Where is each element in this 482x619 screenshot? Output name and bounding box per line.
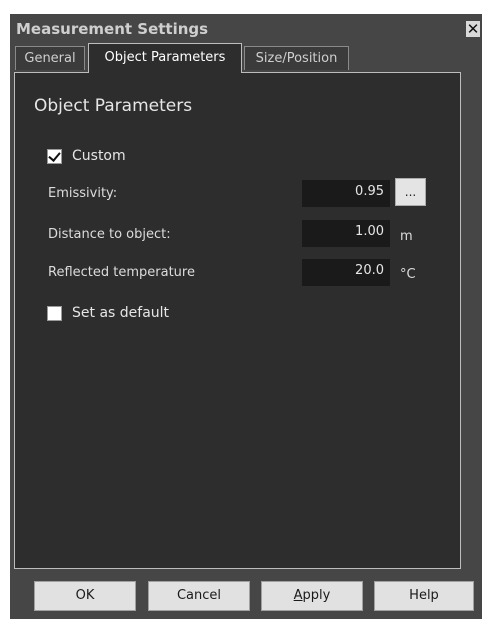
ok-button[interactable]: OK (34, 581, 136, 611)
custom-label: Custom (72, 148, 126, 164)
reflected-temperature-unit: °C (400, 267, 416, 282)
help-button[interactable]: Help (374, 581, 474, 611)
distance-label: Distance to object: (48, 227, 171, 242)
tab-general[interactable]: General (15, 46, 85, 70)
distance-unit: m (400, 229, 413, 244)
object-parameters-panel: Object Parameters Custom Emissivity: 0.9… (14, 72, 461, 569)
title-bar: Measurement Settings ✕ (10, 14, 482, 46)
set-default-label: Set as default (72, 305, 170, 321)
custom-checkbox-row[interactable]: Custom (47, 146, 126, 166)
group-title: Object Parameters (34, 96, 193, 116)
set-default-checkbox-row[interactable]: Set as default (47, 303, 169, 323)
dialog-title: Measurement Settings (16, 20, 209, 38)
apply-button[interactable]: Apply (261, 581, 363, 611)
emissivity-label: Emissivity: (48, 186, 118, 201)
tab-size-position[interactable]: Size/Position (244, 46, 349, 70)
reflected-temperature-field[interactable]: 20.0 (302, 259, 390, 286)
cancel-button[interactable]: Cancel (148, 581, 250, 611)
emissivity-field[interactable]: 0.95 (302, 180, 390, 207)
custom-checkbox[interactable] (47, 148, 62, 164)
apply-label-rest: pply (302, 588, 331, 603)
apply-mnemonic: A (293, 588, 303, 603)
tab-object-parameters[interactable]: Object Parameters (88, 43, 242, 73)
emissivity-browse-button[interactable]: ... (395, 178, 426, 206)
close-icon[interactable]: ✕ (466, 21, 480, 37)
set-default-checkbox[interactable] (47, 305, 62, 321)
distance-field[interactable]: 1.00 (302, 220, 390, 247)
reflected-temperature-label: Reflected temperature (48, 265, 195, 280)
